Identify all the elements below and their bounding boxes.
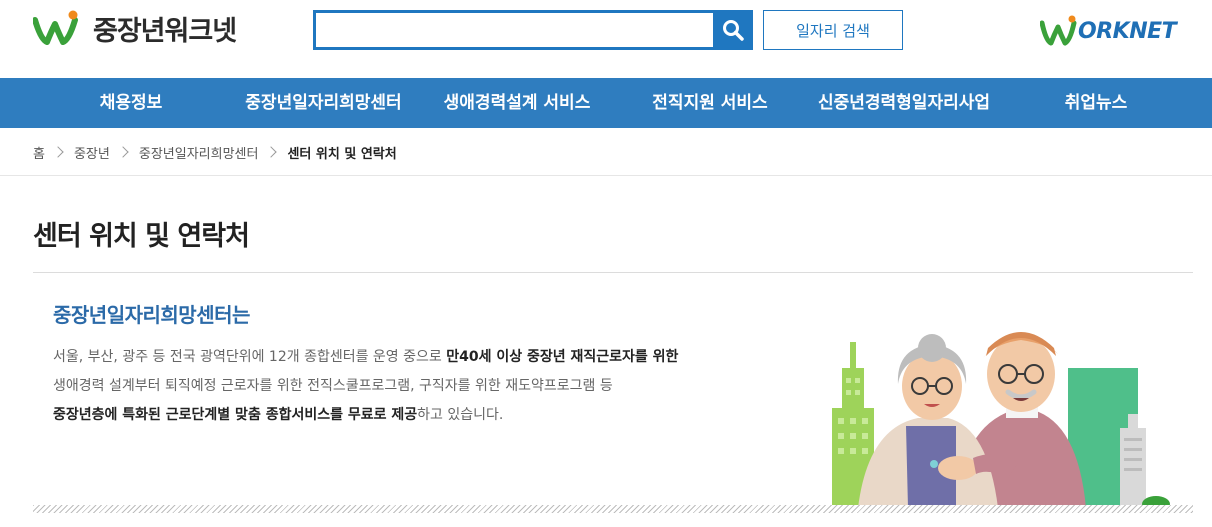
breadcrumb: 홈 중장년 중장년일자리희망센터 센터 위치 및 연락처 (33, 142, 397, 162)
nav-item-jobs[interactable]: 채용정보 (86, 78, 176, 128)
search-button[interactable] (713, 10, 753, 50)
description-line-1-text: 서울, 부산, 광주 등 전국 광역단위에 12개 종합센터를 운영 중으로 (53, 349, 447, 365)
senior-couple-illustration (832, 332, 1170, 508)
breadcrumb-current: 센터 위치 및 연락처 (287, 146, 397, 162)
chevron-right-icon (52, 146, 64, 158)
search-icon (723, 20, 744, 41)
site-header: 중장년워크넷 일자리 검색 ORKNET (0, 0, 1212, 78)
site-logo-text: 중장년워크넷 (93, 15, 237, 47)
nav-item-senior-career-jobs[interactable]: 신중년경력형일자리사업 (808, 78, 1000, 128)
worknet-w-logo-icon (1040, 15, 1077, 46)
page-title: 센터 위치 및 연락처 (33, 221, 250, 252)
description-line-1-highlight: 만40세 이상 중장년 재직근로자를 위한 (446, 349, 679, 365)
title-divider (33, 272, 1193, 273)
description-line-2: 생애경력 설계부터 퇴직예정 근로자를 위한 전직스쿨프로그램, 구직자를 위한… (53, 378, 613, 394)
site-logo[interactable]: 중장년워크넷 (33, 10, 237, 47)
section-divider-stripe (33, 505, 1193, 513)
search-box (313, 10, 753, 50)
job-search-button[interactable]: 일자리 검색 (763, 10, 903, 50)
worknet-leaf-logo-icon (33, 10, 78, 45)
description-line-3-highlight: 중장년층에 특화된 근로단계별 맞춤 종합서비스를 무료로 제공 (53, 407, 418, 423)
search-input[interactable] (316, 13, 713, 47)
breadcrumb-job-hope-center[interactable]: 중장년일자리희망센터 (139, 143, 259, 162)
nav-item-job-hope-center[interactable]: 중장년일자리희망센터 (236, 78, 411, 128)
description-line-3-text: 하고 있습니다. (417, 407, 504, 423)
nav-item-career-design[interactable]: 생애경력설계 서비스 (436, 78, 598, 128)
nav-item-job-news[interactable]: 취업뉴스 (1058, 78, 1134, 128)
chevron-right-icon (265, 146, 278, 158)
worknet-logo[interactable]: ORKNET (1040, 14, 1177, 48)
breadcrumb-home[interactable]: 홈 (33, 143, 45, 162)
chevron-right-icon (117, 146, 129, 158)
breadcrumb-divider (0, 175, 1212, 176)
description-line-3: 중장년층에 특화된 근로단계별 맞춤 종합서비스를 무료로 제공하고 있습니다. (53, 404, 793, 424)
worknet-logo-text: ORKNET (1078, 18, 1177, 44)
description-line-1: 서울, 부산, 광주 등 전국 광역단위에 12개 종합센터를 운영 중으로 만… (53, 346, 793, 366)
section-title: 중장년일자리희망센터는 (53, 303, 250, 327)
nav-item-outplacement[interactable]: 전직지원 서비스 (646, 78, 774, 128)
main-nav: 채용정보 중장년일자리희망센터 생애경력설계 서비스 전직지원 서비스 신중년경… (0, 78, 1212, 128)
breadcrumb-middle-aged[interactable]: 중장년 (74, 143, 110, 162)
